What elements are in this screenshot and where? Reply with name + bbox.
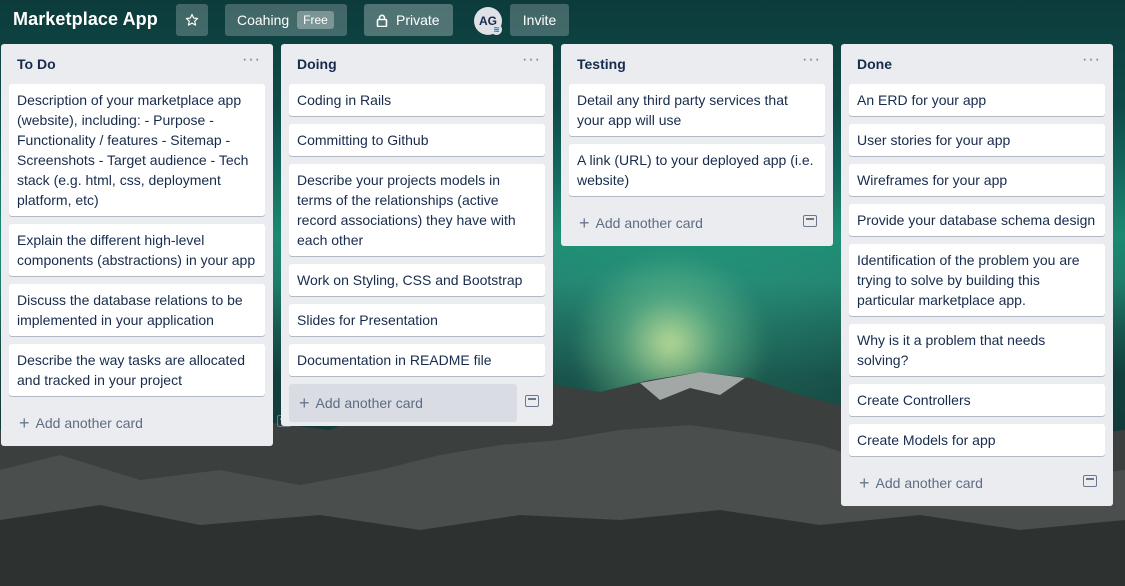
add-card-button[interactable]: + Add another card: [849, 464, 1105, 502]
list-testing: Testing ··· Detail any third party servi…: [561, 44, 833, 246]
plus-icon: +: [299, 392, 310, 413]
visibility-label: Private: [396, 12, 440, 28]
list-header: Done ···: [841, 44, 1113, 84]
visibility-button[interactable]: Private: [364, 4, 453, 36]
list-header: Doing ···: [281, 44, 553, 84]
member-avatar[interactable]: AG ≋: [474, 7, 502, 35]
card[interactable]: Describe the way tasks are allocated and…: [9, 344, 265, 396]
more-horizontal-icon[interactable]: ···: [242, 51, 261, 69]
plan-badge: Free: [297, 11, 334, 29]
list-header: To Do ···: [1, 44, 273, 84]
card[interactable]: Detail any third party services that you…: [569, 84, 825, 136]
list-title[interactable]: Done: [857, 56, 892, 72]
add-card-label: Add another card: [875, 475, 983, 491]
plus-icon: +: [19, 412, 30, 433]
card[interactable]: Create Models for app: [849, 424, 1105, 456]
card[interactable]: A link (URL) to your deployed app (i.e. …: [569, 144, 825, 196]
card[interactable]: Create Controllers: [849, 384, 1105, 416]
plus-icon: +: [579, 212, 590, 233]
card-template-icon[interactable]: [803, 215, 817, 227]
admin-badge-icon: ≋: [491, 24, 502, 35]
list-title[interactable]: To Do: [17, 56, 56, 72]
add-card-button[interactable]: + Add another card: [569, 204, 825, 242]
more-horizontal-icon[interactable]: ···: [522, 51, 541, 69]
star-icon: [185, 13, 199, 26]
card[interactable]: Coding in Rails: [289, 84, 545, 116]
list-title[interactable]: Testing: [577, 56, 626, 72]
plus-icon: +: [859, 472, 870, 493]
team-button[interactable]: Coahing Free: [225, 4, 347, 36]
add-card-label: Add another card: [35, 415, 143, 431]
add-card-label: Add another card: [315, 395, 423, 411]
add-card-button[interactable]: + Add another card: [9, 404, 291, 442]
add-card-label: Add another card: [595, 215, 703, 231]
list-to-do: To Do ··· Description of your marketplac…: [1, 44, 291, 446]
add-card-button[interactable]: + Add another card: [289, 384, 539, 422]
card[interactable]: Provide your database schema design: [849, 204, 1105, 236]
star-board-button[interactable]: [176, 4, 208, 36]
list-doing: Doing ··· Coding in Rails Committing to …: [281, 44, 553, 426]
board-header: Marketplace App Coahing Free Private AG …: [0, 0, 1125, 40]
card[interactable]: Work on Styling, CSS and Bootstrap: [289, 264, 545, 296]
invite-button[interactable]: Invite: [510, 4, 569, 36]
card[interactable]: Discuss the database relations to be imp…: [9, 284, 265, 336]
card[interactable]: An ERD for your app: [849, 84, 1105, 116]
more-horizontal-icon[interactable]: ···: [1082, 51, 1101, 69]
card[interactable]: Why is it a problem that needs solving?: [849, 324, 1105, 376]
card-template-icon[interactable]: [525, 395, 539, 407]
card[interactable]: User stories for your app: [849, 124, 1105, 156]
card[interactable]: Describe your projects models in terms o…: [289, 164, 545, 256]
card[interactable]: Explain the different high-level compone…: [9, 224, 265, 276]
card[interactable]: Committing to Github: [289, 124, 545, 156]
card[interactable]: Description of your marketplace app (web…: [9, 84, 265, 216]
board-title[interactable]: Marketplace App: [13, 9, 158, 30]
more-horizontal-icon[interactable]: ···: [802, 51, 821, 69]
list-done: Done ··· An ERD for your app User storie…: [841, 44, 1113, 506]
lock-icon: [376, 14, 388, 27]
card[interactable]: Documentation in README file: [289, 344, 545, 376]
list-header: Testing ···: [561, 44, 833, 84]
card[interactable]: Wireframes for your app: [849, 164, 1105, 196]
list-title[interactable]: Doing: [297, 56, 337, 72]
team-name: Coahing: [237, 12, 290, 28]
card[interactable]: Slides for Presentation: [289, 304, 545, 336]
card[interactable]: Identification of the problem you are tr…: [849, 244, 1105, 316]
card-template-icon[interactable]: [1083, 475, 1097, 487]
